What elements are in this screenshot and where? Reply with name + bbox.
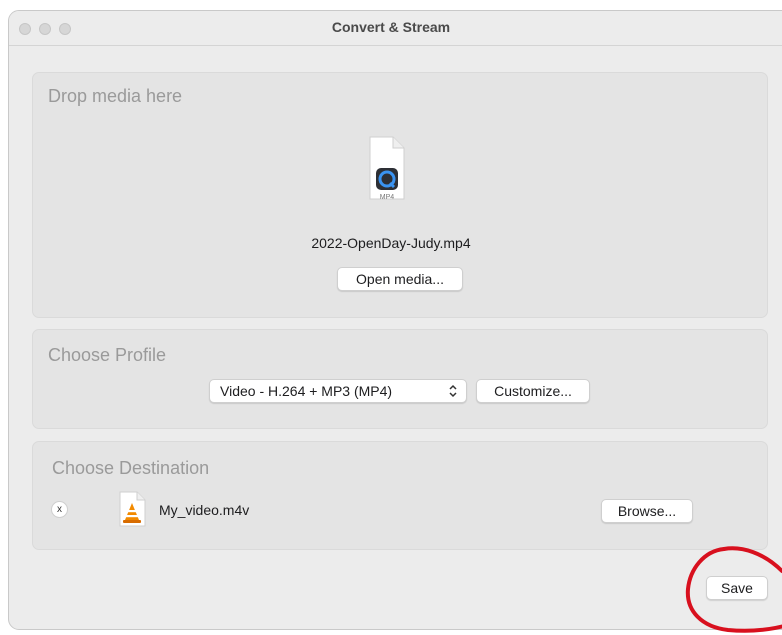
file-type-label: MP4 xyxy=(380,194,395,201)
media-file-name: 2022-OpenDay-Judy.mp4 xyxy=(311,235,471,251)
vlc-cone-icon xyxy=(119,491,146,527)
profile-select-value: Video - H.264 + MP3 (MP4) xyxy=(220,383,393,399)
chevron-updown-icon xyxy=(449,384,457,398)
browse-button[interactable]: Browse... xyxy=(601,499,693,523)
destination-file-name: My_video.m4v xyxy=(159,502,250,518)
choose-destination-heading: Choose Destination xyxy=(52,458,210,478)
profile-select[interactable]: Video - H.264 + MP3 (MP4) xyxy=(209,379,467,403)
quicktime-file-icon: MP4 xyxy=(369,136,405,201)
drop-media-heading: Drop media here xyxy=(48,86,183,106)
open-media-button[interactable]: Open media... xyxy=(337,267,463,291)
red-circle-annotation xyxy=(685,546,782,633)
choose-profile-heading: Choose Profile xyxy=(48,345,167,365)
window-title: Convert & Stream xyxy=(331,19,451,35)
remove-destination-button[interactable]: x xyxy=(51,501,68,518)
customize-button[interactable]: Customize... xyxy=(476,379,590,403)
